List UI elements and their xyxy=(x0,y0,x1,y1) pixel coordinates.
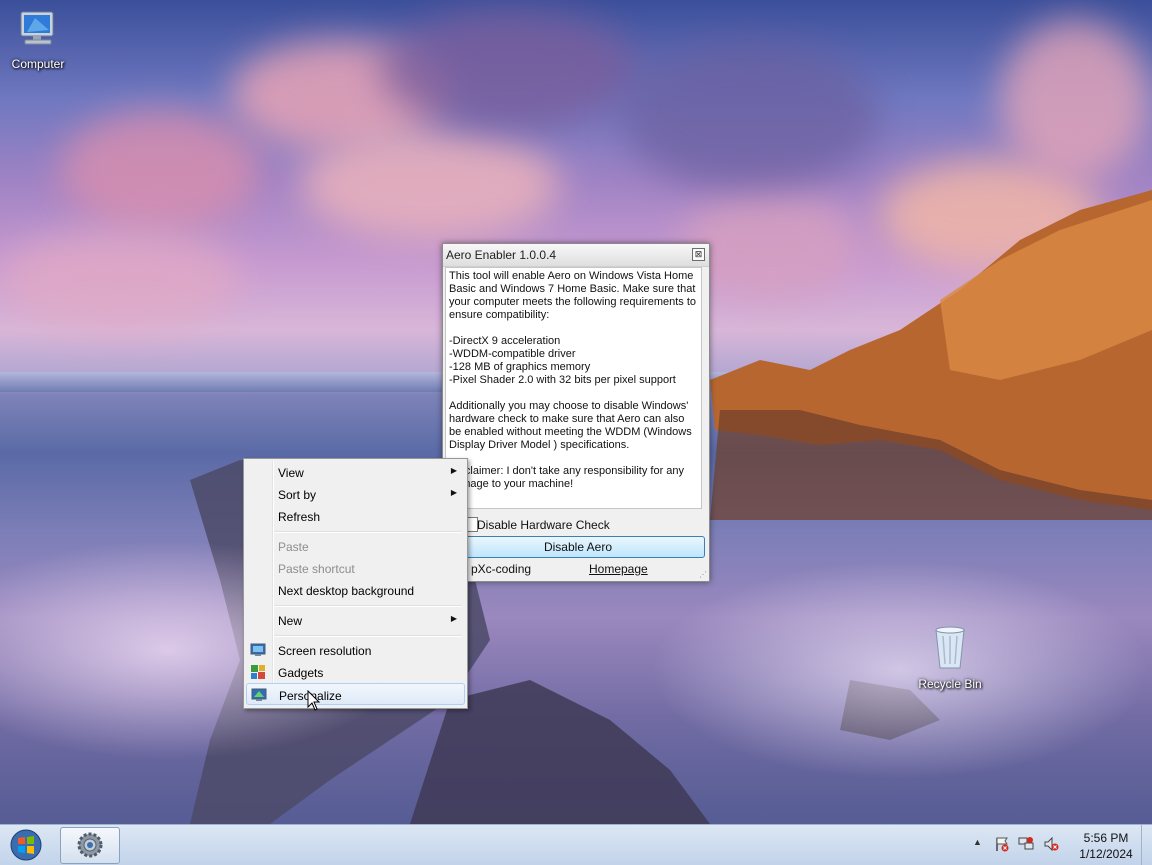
menu-item-personalize[interactable]: Personalize xyxy=(246,683,465,705)
menu-item-sort-by[interactable]: Sort by ▶ xyxy=(246,483,465,505)
clock-date: 1/12/2024 xyxy=(1079,847,1133,861)
menu-item-paste-shortcut[interactable]: Paste shortcut xyxy=(246,557,465,579)
taskbar[interactable]: ▲ 5:56 PM 1/12/2024 xyxy=(0,824,1152,865)
close-icon[interactable]: ⊠ xyxy=(692,248,705,261)
menu-item-next-desktop-background[interactable]: Next desktop background xyxy=(246,579,465,601)
recycle-bin-desktop-icon[interactable]: Recycle Bin xyxy=(910,624,990,691)
wallpaper-foam xyxy=(650,560,1150,780)
personalize-icon xyxy=(251,688,267,701)
display-icon xyxy=(250,643,266,656)
menu-item-label: Screen resolution xyxy=(278,644,372,658)
wallpaper-cloud xyxy=(380,10,640,130)
menu-item-label: View xyxy=(278,466,304,480)
homepage-link[interactable]: Homepage xyxy=(589,562,648,576)
mouse-cursor-icon xyxy=(307,690,321,711)
wallpaper-cloud xyxy=(620,40,880,190)
wallpaper-cloud xyxy=(60,110,260,230)
description-textbox[interactable]: This tool will enable Aero on Windows Vi… xyxy=(445,267,702,509)
menu-item-label: Next desktop background xyxy=(278,584,415,598)
computer-label: Computer xyxy=(11,57,65,71)
gear-icon xyxy=(77,832,103,858)
wallpaper-cloud xyxy=(0,230,240,330)
show-desktop-button[interactable] xyxy=(1141,825,1152,865)
menu-separator xyxy=(274,531,462,533)
recycle-bin-icon xyxy=(935,626,965,669)
menu-separator xyxy=(274,635,462,637)
menu-item-refresh[interactable]: Refresh xyxy=(246,505,465,527)
submenu-arrow-icon: ▶ xyxy=(450,614,457,623)
computer-desktop-icon[interactable]: Computer xyxy=(0,8,78,71)
menu-item-gadgets[interactable]: Gadgets xyxy=(246,661,465,683)
aero-enabler-window[interactable]: Aero Enabler 1.0.0.4 ⊠ This tool will en… xyxy=(442,243,710,582)
disable-hardware-check-label[interactable]: Disable Hardware Check xyxy=(477,518,610,532)
desktop-background[interactable]: Computer Recycle Bin Aero Enabler 1.0.0.… xyxy=(0,0,1152,824)
action-center-flag-icon[interactable] xyxy=(994,836,1010,852)
computer-icon xyxy=(20,11,54,45)
wallpaper-cloud xyxy=(1000,20,1150,180)
start-button[interactable] xyxy=(6,828,46,862)
recycle-bin-label: Recycle Bin xyxy=(918,677,982,691)
menu-item-label: New xyxy=(278,614,303,628)
menu-item-label: Paste xyxy=(278,540,309,554)
clock-time: 5:56 PM xyxy=(1083,831,1129,845)
network-icon[interactable] xyxy=(1018,836,1034,852)
resize-grip-icon[interactable]: ⋰ xyxy=(699,570,707,579)
disable-aero-button[interactable]: Disable Aero xyxy=(451,536,705,558)
menu-separator xyxy=(274,605,462,607)
taskbar-app-button[interactable] xyxy=(60,827,120,864)
submenu-arrow-icon: ▶ xyxy=(450,466,457,475)
window-title: Aero Enabler 1.0.0.4 xyxy=(446,248,557,262)
taskbar-clock[interactable]: 5:56 PM 1/12/2024 xyxy=(1066,830,1146,862)
menu-item-label: Sort by xyxy=(278,488,317,502)
menu-item-paste[interactable]: Paste xyxy=(246,535,465,557)
menu-item-new[interactable]: New ▶ xyxy=(246,609,465,631)
menu-item-label: Gadgets xyxy=(278,666,324,680)
menu-item-label: Paste shortcut xyxy=(278,562,355,576)
menu-item-view[interactable]: View ▶ xyxy=(246,461,465,483)
volume-muted-icon[interactable] xyxy=(1043,836,1059,852)
desktop-context-menu[interactable]: View ▶ Sort by ▶ Refresh Paste Paste sho… xyxy=(243,458,468,709)
menu-item-label: Refresh xyxy=(278,510,321,524)
wallpaper-cloud xyxy=(300,130,560,240)
submenu-arrow-icon: ▶ xyxy=(450,488,457,497)
show-hidden-icons-button[interactable]: ▲ xyxy=(973,837,982,847)
window-titlebar[interactable]: Aero Enabler 1.0.0.4 ⊠ xyxy=(443,244,709,267)
gadgets-icon xyxy=(251,665,265,679)
menu-item-screen-resolution[interactable]: Screen resolution xyxy=(246,639,465,661)
